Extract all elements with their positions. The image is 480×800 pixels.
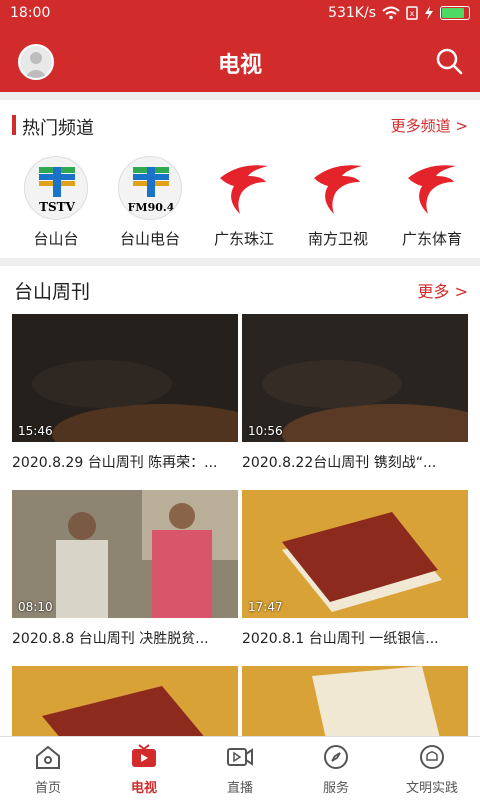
tab-label: 服务 [322, 781, 349, 796]
tab-label: 首页 [34, 781, 61, 796]
channel-label: 台山台 [33, 230, 79, 248]
compass-icon [324, 745, 348, 769]
search-icon[interactable] [434, 46, 464, 76]
network-speed: 531K/s [328, 5, 376, 21]
tab-service[interactable]: 服务 [288, 737, 384, 800]
hot-channels-section: 热门频道 更多频道 > TSTV 台山台 FM90.4 台山电台 广东珠江 南方… [0, 100, 480, 258]
page-title: 电视 [217, 53, 262, 78]
tab-label: 电视 [130, 781, 157, 796]
civilization-icon [420, 745, 444, 769]
section-header: 热门频道 更多频道 > [0, 100, 480, 150]
live-video-icon [227, 748, 253, 766]
tab-civilization[interactable]: 文明实践 [384, 737, 480, 800]
tab-label: 文明实践 [405, 781, 458, 796]
fm-logo-icon: FM90.4 [118, 156, 182, 220]
status-time: 18:00 [10, 5, 51, 21]
video-thumbnail: 17:47 [242, 490, 468, 618]
guangdong-logo-icon [220, 165, 268, 214]
video-title: 2020.8.1 台山周刊 一纸银信... [242, 631, 439, 647]
more-link[interactable]: 更多 > [418, 278, 469, 302]
tab-tv[interactable]: 电视 [96, 737, 192, 800]
video-duration: 17:47 [248, 600, 283, 614]
video-duration: 08:10 [18, 600, 53, 614]
video-thumbnail [242, 666, 468, 736]
sim-icon: x [406, 6, 418, 20]
video-duration: 15:46 [18, 424, 53, 438]
tstv-logo-text: TSTV [39, 200, 76, 214]
tab-live[interactable]: 直播 [192, 737, 288, 800]
weekly-section: 台山周刊 更多 > 15:46 2020.8.29 台山周刊 陈再荣：... 1… [0, 266, 480, 736]
video-thumbnail: 10:56 [242, 314, 468, 442]
section-accent-bar [12, 115, 16, 135]
channel-list: TSTV 台山台 FM90.4 台山电台 广东珠江 南方卫视 广东体育 [0, 156, 480, 252]
video-title: 2020.8.29 台山周刊 陈再荣：... [12, 455, 218, 471]
video-title: 2020.8.22台山周刊 镌刻战“... [242, 455, 437, 471]
wifi-icon [382, 6, 400, 20]
status-indicators: 531K/s x [328, 5, 470, 21]
app-bar: 电视 [0, 30, 480, 92]
guangdong-logo-icon [314, 165, 362, 214]
channel-label: 广东珠江 [213, 230, 274, 248]
channel-label: 广东体育 [401, 230, 462, 248]
tab-home[interactable]: 首页 [0, 737, 96, 800]
tab-label: 直播 [226, 781, 253, 796]
channel-item-tstv[interactable]: TSTV 台山台 [10, 156, 102, 252]
tstv-logo-icon: TSTV [24, 156, 88, 220]
guangdong-logo-icon [408, 165, 456, 214]
section-title: 热门频道 [22, 118, 94, 139]
charging-icon [425, 6, 433, 20]
home-icon [36, 745, 60, 769]
svg-text:x: x [410, 9, 415, 18]
tv-icon [132, 744, 156, 767]
more-channels-link[interactable]: 更多频道 > [391, 115, 468, 136]
channel-label: 台山电台 [119, 230, 180, 248]
channel-label: 南方卫视 [307, 230, 368, 248]
channel-item-fm[interactable]: FM90.4 台山电台 [104, 156, 196, 252]
video-thumbnail: 15:46 [12, 314, 238, 442]
video-thumbnail [12, 666, 238, 736]
status-bar: 18:00 531K/s x [0, 0, 480, 30]
battery-icon [440, 6, 470, 20]
bottom-tab-bar: 首页 电视 直播 服务 文明实践 [0, 736, 480, 800]
video-thumbnail: 08:10 [12, 490, 238, 618]
video-duration: 10:56 [248, 424, 283, 438]
fm-logo-text: FM90.4 [128, 201, 175, 214]
channel-item-gd-zhujiang[interactable]: 广东珠江 [198, 156, 290, 252]
battery-level [442, 8, 465, 18]
section-title: 台山周刊 [14, 281, 91, 303]
channel-item-gd-sports[interactable]: 广东体育 [386, 156, 478, 252]
video-title: 2020.8.8 台山周刊 决胜脱贫... [12, 631, 209, 647]
channel-item-nanfang[interactable]: 南方卫视 [292, 156, 384, 252]
